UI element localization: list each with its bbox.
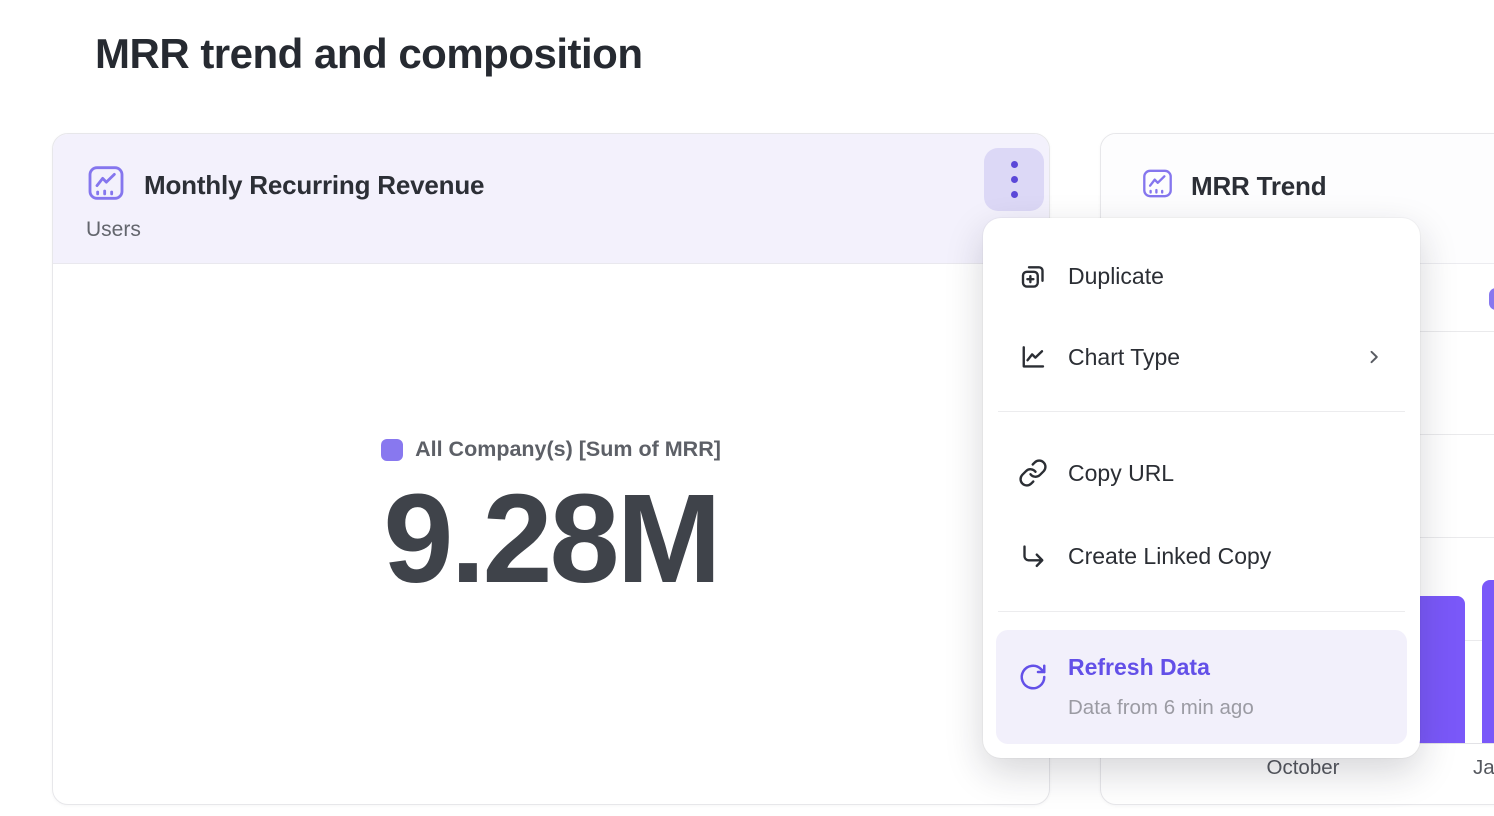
menu-item-chart-type[interactable]: Chart Type (983, 329, 1420, 385)
chart-type-icon (1018, 342, 1048, 372)
chart-widget-icon (86, 163, 126, 203)
monthly-recurring-revenue-card: Monthly Recurring Revenue Users All Comp… (52, 133, 1050, 805)
kebab-dot (1011, 176, 1018, 183)
trend-bar (1482, 580, 1494, 743)
menu-item-label: Refresh Data (1068, 654, 1210, 681)
x-axis-tick-label: Ja (1473, 756, 1494, 780)
linked-copy-icon (1018, 541, 1048, 571)
menu-item-create-linked-copy[interactable]: Create Linked Copy (983, 528, 1420, 584)
mrr-card-subtitle: Users (86, 218, 141, 242)
card-options-menu: Duplicate Chart Type Copy URL (983, 218, 1420, 758)
legend: All Company(s) [Sum of MRR] (381, 437, 721, 462)
page-title: MRR trend and composition (95, 30, 643, 78)
menu-item-copy-url[interactable]: Copy URL (983, 445, 1420, 501)
refresh-icon (1018, 662, 1048, 692)
x-axis-tick-label: October (1233, 756, 1373, 780)
menu-item-label: Chart Type (1068, 344, 1180, 371)
menu-item-label: Copy URL (1068, 460, 1174, 487)
mrr-trend-card-title: MRR Trend (1191, 171, 1326, 202)
data-freshness-text: Data from 6 min ago (1068, 696, 1254, 720)
menu-item-label: Create Linked Copy (1068, 543, 1271, 570)
trend-legend-swatch (1489, 288, 1494, 310)
menu-item-duplicate[interactable]: Duplicate (983, 248, 1420, 304)
link-icon (1018, 458, 1048, 488)
big-number-stat: All Company(s) [Sum of MRR] 9.28M (53, 437, 1049, 602)
duplicate-icon (1018, 261, 1048, 291)
menu-divider (998, 611, 1405, 612)
chevron-right-icon (1364, 347, 1384, 367)
kebab-dot (1011, 161, 1018, 168)
menu-divider (998, 411, 1405, 412)
card-options-button[interactable] (984, 148, 1044, 211)
legend-swatch (381, 439, 403, 461)
mrr-total-value: 9.28M (383, 476, 718, 602)
mrr-card-header: Monthly Recurring Revenue Users (53, 134, 1049, 264)
chart-widget-icon (1141, 167, 1174, 200)
kebab-dot (1011, 191, 1018, 198)
legend-label: All Company(s) [Sum of MRR] (415, 437, 721, 462)
mrr-card-title: Monthly Recurring Revenue (144, 170, 484, 201)
menu-item-refresh-data[interactable]: Refresh Data Data from 6 min ago (996, 630, 1407, 744)
menu-item-label: Duplicate (1068, 263, 1164, 290)
